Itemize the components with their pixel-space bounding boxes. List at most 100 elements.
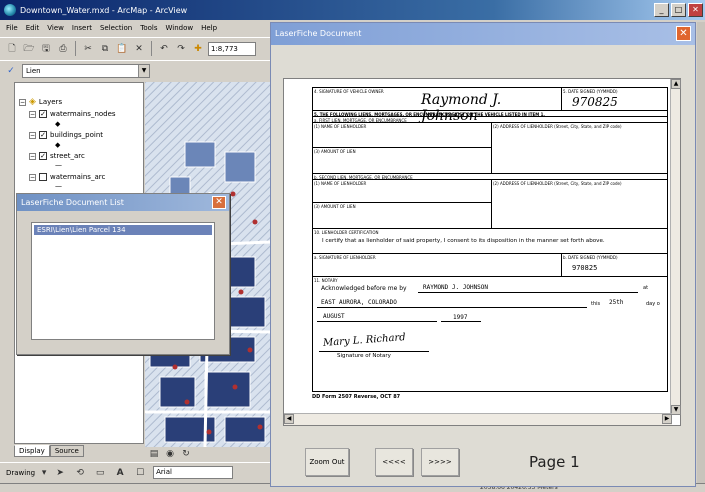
chevron-down-icon[interactable]: ▾ <box>41 466 47 480</box>
menu-view[interactable]: View <box>47 24 64 32</box>
point-symbol-icon: ◆ <box>55 141 61 149</box>
laserfiche-title: LaserFiche Document <box>275 29 362 38</box>
standard-toolbar: 🗋 🗁 🖫 ⎙ ✂ ⧉ 📋 ✕ ↶ ↷ ✚ 1:8,773 <box>0 37 272 59</box>
cut-icon[interactable]: ✂ <box>81 42 95 56</box>
scroll-down-icon[interactable]: ▼ <box>671 405 681 415</box>
zoom-out-button[interactable]: Zoom Out <box>305 448 349 476</box>
scroll-up-icon[interactable]: ▲ <box>671 79 681 89</box>
month-value: AUGUST <box>323 313 345 320</box>
scroll-left-icon[interactable]: ◀ <box>284 414 294 424</box>
collapse-toggle-icon[interactable]: − <box>29 110 36 118</box>
menu-edit[interactable]: Edit <box>26 24 40 32</box>
document-list-close-button[interactable]: ✕ <box>212 196 226 209</box>
form-cell: (2) ADDRESS OF LIENHOLDER (Street, City,… <box>491 179 668 229</box>
drawing-menu[interactable]: Drawing <box>6 469 35 477</box>
delete-icon[interactable]: ✕ <box>132 42 146 56</box>
form-owner-signature-cell: 4. SIGNATURE OF VEHICLE OWNER Raymond J.… <box>312 87 562 124</box>
menu-help[interactable]: Help <box>201 24 217 32</box>
ack-text: Acknowledged before me by <box>321 285 407 292</box>
map-scale-input[interactable]: 1:8,773 <box>208 41 256 56</box>
form-cell: a. SIGNATURE OF LIENHOLDER <box>312 253 562 277</box>
refresh-icon[interactable]: ↻ <box>179 447 193 461</box>
text-icon[interactable]: A <box>113 466 127 480</box>
undo-icon[interactable]: ↶ <box>157 42 171 56</box>
add-data-icon[interactable]: ✚ <box>191 42 205 56</box>
form-cell: (3) AMOUNT OF LIEN <box>312 202 492 229</box>
menu-insert[interactable]: Insert <box>72 24 92 32</box>
layer-visibility-checkbox[interactable]: ✓ <box>39 110 47 118</box>
form-cell: (3) AMOUNT OF LIEN <box>312 147 492 174</box>
vertical-scrollbar[interactable]: ▲ ▼ <box>670 79 681 415</box>
open-folder-icon[interactable]: 🗁 <box>22 42 36 56</box>
chevron-down-icon[interactable]: ▼ <box>138 64 149 77</box>
layer-visibility-checkbox[interactable]: ✓ <box>39 131 47 139</box>
layer-dropdown-value: Lien <box>26 66 41 75</box>
callout-icon[interactable]: ☐ <box>133 466 147 480</box>
copy-icon[interactable]: ⧉ <box>98 42 112 56</box>
font-select[interactable]: Arial <box>153 466 234 479</box>
lienholder-certification-cell: 10. LIENHOLDER CERTIFICATION I certify t… <box>312 228 668 254</box>
paste-icon[interactable]: 📋 <box>115 42 129 56</box>
menu-tools[interactable]: Tools <box>140 24 157 32</box>
collapse-toggle-icon[interactable]: − <box>29 131 36 139</box>
toc-layer-row[interactable]: − watermains_arc <box>29 173 105 181</box>
toc-layer-row[interactable]: − ✓ buildings_point <box>29 131 103 139</box>
date-signed-2-value: 970825 <box>572 264 598 272</box>
underline <box>319 351 429 352</box>
select-arrow-icon[interactable]: ➤ <box>53 466 67 480</box>
layout-view-icon[interactable]: ▤ <box>147 447 161 461</box>
underline <box>418 292 638 293</box>
document-listbox[interactable]: ESRI\Lien\Lien Parcel 134 <box>31 222 215 340</box>
lien-tool-icon[interactable]: ✓ <box>4 64 18 78</box>
toc-layer-row[interactable]: − ✓ street_arc <box>29 152 85 160</box>
toc-layer-row[interactable]: − ✓ watermains_nodes <box>29 110 116 118</box>
laserfiche-document-window: LaserFiche Document ✕ 4. SIGNATURE OF VE… <box>270 22 696 487</box>
page-number-label: Page 1 <box>529 453 580 471</box>
collapse-toggle-icon[interactable]: − <box>19 98 26 106</box>
layer-visibility-checkbox[interactable]: ✓ <box>39 152 47 160</box>
line-symbol-icon: — <box>55 161 62 169</box>
document-viewer[interactable]: 4. SIGNATURE OF VEHICLE OWNER Raymond J.… <box>283 78 681 426</box>
date-signed-value: 970825 <box>572 95 618 109</box>
toc-root-layers[interactable]: − ◈ Layers <box>19 97 62 107</box>
form-cell: (1) NAME OF LIENHOLDER <box>312 179 492 203</box>
layer-visibility-checkbox[interactable] <box>39 173 47 181</box>
close-button[interactable]: ✕ <box>688 3 703 17</box>
notary-signature: Mary L. Richard <box>322 332 407 349</box>
print-icon[interactable]: ⎙ <box>56 42 70 56</box>
menu-window[interactable]: Window <box>166 24 194 32</box>
form-label: b. DATE SIGNED (YYMMDD) <box>563 255 618 260</box>
new-document-icon[interactable]: 🗋 <box>5 42 19 56</box>
minimize-button[interactable]: _ <box>654 3 669 17</box>
rotate-icon[interactable]: ⟲ <box>73 466 87 480</box>
layer-dropdown[interactable]: Lien ▼ <box>22 63 150 78</box>
data-view-icon[interactable]: ◉ <box>163 447 177 461</box>
previous-page-button[interactable]: <<<< <box>375 448 413 476</box>
form-label: 4. SIGNATURE OF VEHICLE OWNER <box>314 89 384 94</box>
layer-name: watermains_nodes <box>50 110 116 118</box>
arcmap-app-icon <box>4 4 16 16</box>
laserfiche-close-button[interactable]: ✕ <box>676 26 691 41</box>
save-icon[interactable]: 🖫 <box>39 42 53 56</box>
notary-signature-label: Signature of Notary <box>337 353 391 359</box>
tab-display[interactable]: Display <box>14 445 50 457</box>
tab-source[interactable]: Source <box>49 445 84 457</box>
next-page-button[interactable]: >>>> <box>421 448 459 476</box>
arcmap-menubar: File Edit View Insert Selection Tools Wi… <box>0 20 272 36</box>
scroll-right-icon[interactable]: ▶ <box>662 414 672 424</box>
form-cell: (2) ADDRESS OF LIENHOLDER (Street, City,… <box>491 122 668 174</box>
rectangle-icon[interactable]: ▭ <box>93 466 107 480</box>
redo-icon[interactable]: ↷ <box>174 42 188 56</box>
menu-file[interactable]: File <box>6 24 18 32</box>
menu-selection[interactable]: Selection <box>100 24 132 32</box>
list-item[interactable]: ESRI\Lien\Lien Parcel 134 <box>34 225 212 235</box>
form-date-cell-2: b. DATE SIGNED (YYMMDD) 970825 <box>561 253 668 277</box>
certify-text: I certify that as lienholder of said pro… <box>322 238 605 244</box>
layer-name: street_arc <box>50 152 85 160</box>
notary-cell: 11. NOTARY Acknowledged before me by RAY… <box>312 276 668 392</box>
collapse-toggle-icon[interactable]: − <box>29 152 36 160</box>
form-label: 10. LIENHOLDER CERTIFICATION <box>314 230 379 235</box>
horizontal-scrollbar[interactable]: ◀ ▶ <box>284 413 672 425</box>
maximize-button[interactable]: □ <box>671 3 686 17</box>
collapse-toggle-icon[interactable]: − <box>29 173 36 181</box>
